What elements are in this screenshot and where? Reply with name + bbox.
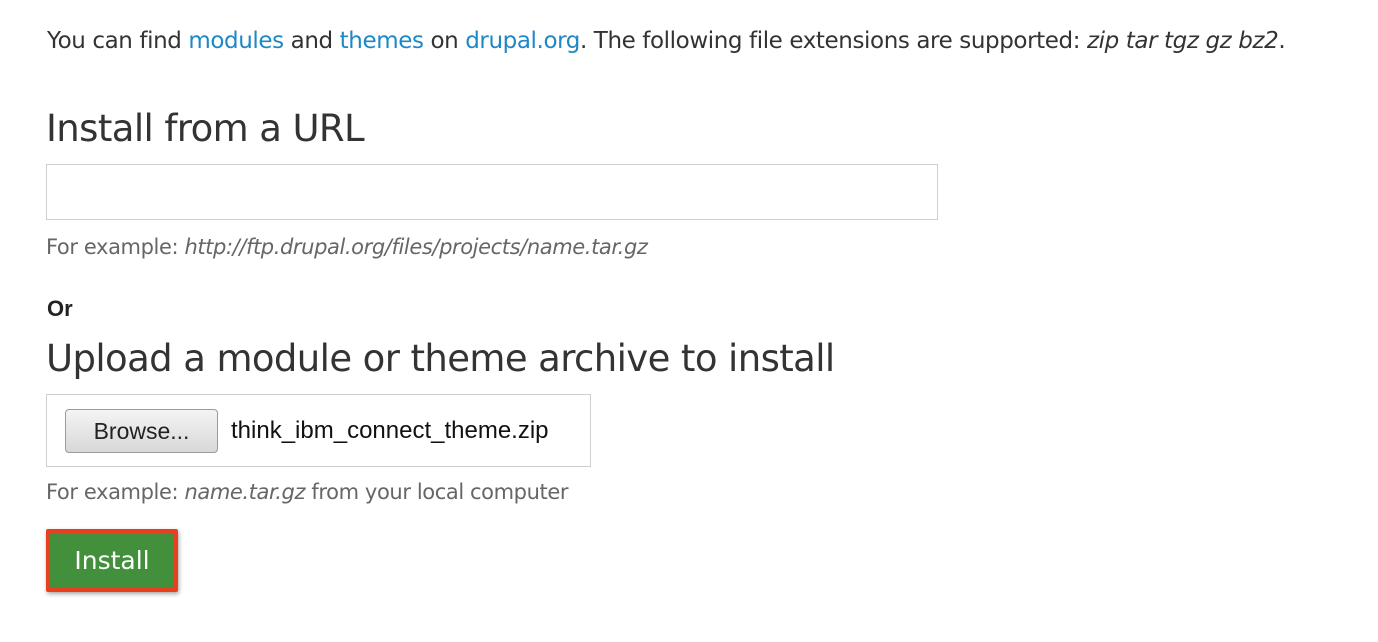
install-button[interactable]: Install — [46, 529, 178, 592]
url-description-example: http://ftp.drupal.org/files/projects/nam… — [184, 235, 648, 259]
drupal-org-link[interactable]: drupal.org — [465, 28, 580, 54]
themes-link[interactable]: themes — [340, 28, 424, 54]
browse-button[interactable]: Browse... — [65, 409, 218, 453]
modules-link[interactable]: modules — [188, 28, 284, 54]
intro-supported: . The following file extensions are supp… — [579, 28, 1087, 54]
upload-description: For example: name.tar.gz from your local… — [46, 477, 569, 507]
url-description-prefix: For example: — [46, 235, 185, 259]
upload-description-example: name.tar.gz — [184, 480, 306, 504]
intro-text: You can find modules and themes on drupa… — [47, 25, 1286, 57]
upload-description-prefix: For example: — [46, 480, 185, 504]
intro-suffix: . — [1278, 28, 1286, 54]
selected-file-name: think_ibm_connect_theme.zip — [231, 417, 549, 444]
or-label: Or — [47, 296, 73, 321]
install-button-label: Install — [74, 546, 150, 575]
upload-archive-heading: Upload a module or theme archive to inst… — [46, 337, 835, 380]
url-description: For example: http://ftp.drupal.org/files… — [46, 232, 648, 262]
intro-and: and — [283, 28, 340, 54]
file-upload-field[interactable]: Browse... think_ibm_connect_theme.zip — [46, 394, 591, 467]
project-url-input[interactable] — [46, 164, 938, 220]
intro-prefix: You can find — [47, 28, 189, 54]
intro-on: on — [423, 28, 466, 54]
upload-description-suffix: from your local computer — [305, 480, 569, 504]
supported-extensions: zip tar tgz gz bz2 — [1086, 28, 1279, 54]
install-from-url-heading: Install from a URL — [46, 107, 365, 150]
